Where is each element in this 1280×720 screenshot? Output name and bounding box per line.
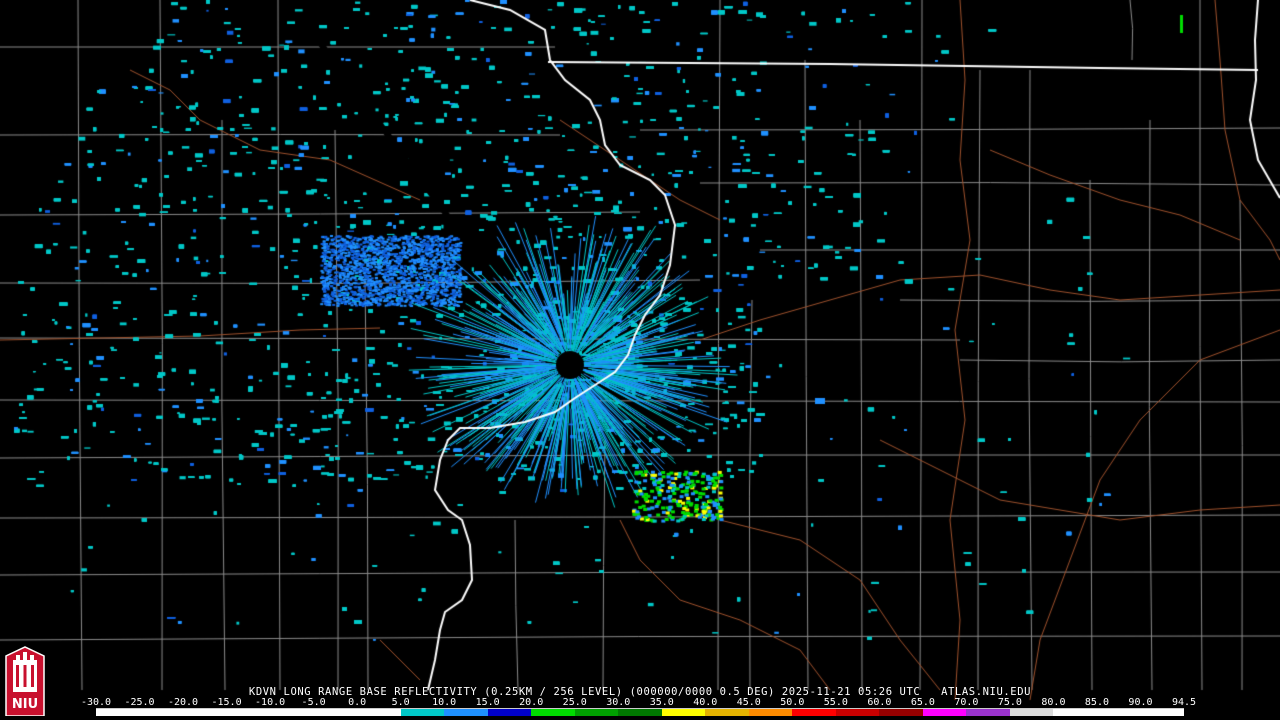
colorbar-tick-label: 25.0 <box>562 697 587 708</box>
colorbar-segment <box>226 709 271 716</box>
colorbar-segment <box>357 709 402 716</box>
colorbar-tick-label: 15.0 <box>475 697 500 708</box>
colorbar-tick-label: 90.0 <box>1128 697 1153 708</box>
colorbar-tick-label: 40.0 <box>693 697 718 708</box>
colorbar-tick-label: -30.0 <box>80 697 112 708</box>
colorbar-tick-label: 75.0 <box>997 697 1022 708</box>
colorbar-tick-label: 60.0 <box>867 697 892 708</box>
colorbar-segment <box>966 709 1011 716</box>
colorbar-segment <box>487 709 532 716</box>
colorbar-segment <box>748 709 793 716</box>
colorbar-tick-label: 20.0 <box>519 697 544 708</box>
colorbar-segment <box>444 709 489 716</box>
colorbar-segment <box>96 709 141 716</box>
colorbar-segment <box>313 709 358 716</box>
niu-logo-text: NIU <box>12 697 38 712</box>
colorbar-tick-label: 45.0 <box>736 697 761 708</box>
radar-map <box>0 0 1280 720</box>
colorbar-segment <box>661 709 706 716</box>
colorbar-tick-label: -20.0 <box>167 697 199 708</box>
colorbar-segment <box>1009 709 1054 716</box>
colorbar-segment <box>1140 709 1185 716</box>
colorbar-tick-label: 50.0 <box>780 697 805 708</box>
colorbar-segment <box>618 709 663 716</box>
colorbar-tick-label: 65.0 <box>910 697 935 708</box>
colorbar-tick-label: 94.5 <box>1171 697 1197 708</box>
colorbar-segment <box>835 709 880 716</box>
colorbar-tick-label: 35.0 <box>649 697 674 708</box>
colorbar-tick-label: -25.0 <box>124 697 155 708</box>
colorbar-segment <box>574 709 619 716</box>
colorbar-tick-label: -10.0 <box>255 697 286 708</box>
colorbar-segment <box>879 709 924 716</box>
colorbar-tick-label: 85.0 <box>1084 697 1109 708</box>
colorbar-ticks: -30.0 -25.0 -20.0 -15.0 -10.0 -5.0 0.0 5.0 10.0 1… <box>81 697 1196 708</box>
colorbar-tick-label: 70.0 <box>954 697 979 708</box>
colorbar-tick-label: 30.0 <box>606 697 631 708</box>
colorbar-segment <box>139 709 184 716</box>
colorbar-tick-label: 0.0 <box>348 697 367 708</box>
colorbar-tick-label: 5.0 <box>391 697 410 708</box>
colorbar-tick-label: 10.0 <box>432 697 457 708</box>
colorbar-tick-label: -5.0 <box>301 697 326 708</box>
colorbar-segment <box>1096 709 1141 716</box>
colorbar-segment <box>705 709 750 716</box>
colorbar-segment <box>531 709 576 716</box>
colorbar-segment <box>1053 709 1098 716</box>
colorbar-segment <box>922 709 967 716</box>
colorbar-segment <box>400 709 445 716</box>
colorbar-segment <box>792 709 837 716</box>
colorbar <box>96 708 1185 716</box>
colorbar-tick-label: 55.0 <box>823 697 848 708</box>
colorbar-tick-label: 80.0 <box>1041 697 1066 708</box>
niu-logo: NIU <box>5 646 45 716</box>
colorbar-segment <box>270 709 315 716</box>
colorbar-tick-label: -15.0 <box>211 697 242 708</box>
colorbar-segment <box>183 709 228 716</box>
